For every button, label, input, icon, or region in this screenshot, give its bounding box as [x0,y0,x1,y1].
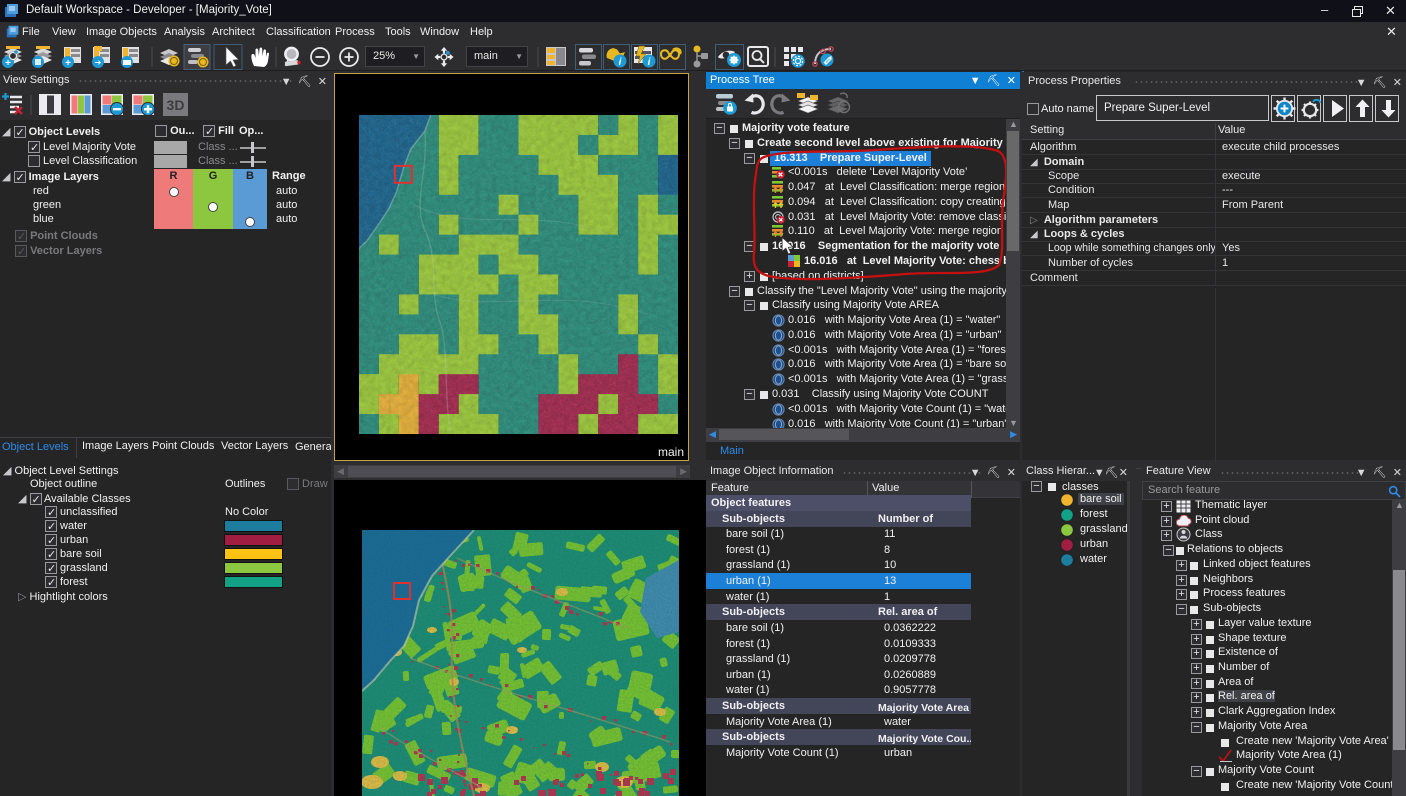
svg-text:3D: 3D [167,97,185,113]
svg-text:+: + [5,58,11,69]
svg-text:i: i [648,57,651,68]
svg-text:+: + [65,58,71,69]
svg-text:i: i [619,57,622,68]
svg-text:➔: ➔ [95,58,102,67]
